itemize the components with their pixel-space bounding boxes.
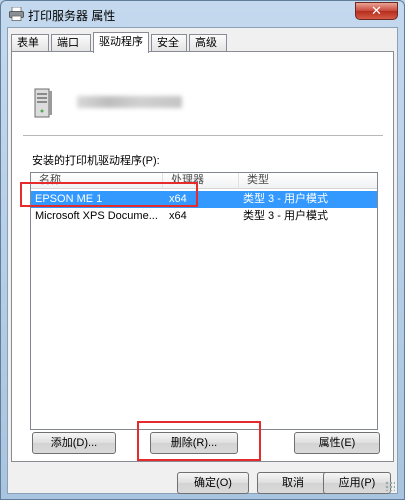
printer-icon: [9, 7, 24, 21]
dialog-client-area: 表单 端口 驱动程序 安全 高级 安装的打印机驱动程序(P): 名称 处理器 类…: [7, 27, 398, 494]
driver-type: 类型 3 - 用户模式: [243, 210, 328, 222]
apply-button[interactable]: 应用(P): [323, 472, 391, 494]
list-header: 名称 处理器 类型: [31, 173, 377, 189]
resize-grip[interactable]: [385, 481, 395, 491]
cancel-button[interactable]: 取消: [257, 472, 329, 494]
tab-drivers[interactable]: 驱动程序: [93, 32, 149, 53]
close-button[interactable]: ✕: [355, 2, 398, 20]
drivers-tab-panel: 安装的打印机驱动程序(P): 名称 处理器 类型 EPSON ME 1 x64 …: [11, 51, 394, 462]
driver-name: Microsoft XPS Docume...: [35, 210, 158, 222]
add-driver-button[interactable]: 添加(D)...: [32, 432, 116, 454]
remove-driver-button[interactable]: 删除(R)...: [150, 432, 238, 454]
driver-processor: x64: [169, 210, 187, 222]
tab-security[interactable]: 安全: [151, 34, 187, 52]
driver-processor: x64: [169, 193, 187, 205]
driver-row-xps[interactable]: Microsoft XPS Docume... x64 类型 3 - 用户模式: [31, 208, 377, 225]
server-icon: [34, 88, 52, 118]
title-bar[interactable]: 打印服务器 属性 ✕: [1, 1, 404, 27]
drivers-list[interactable]: 名称 处理器 类型 EPSON ME 1 x64 类型 3 - 用户模式 Mic…: [30, 172, 378, 430]
column-name-header[interactable]: 名称: [31, 173, 163, 189]
column-processor-header[interactable]: 处理器: [163, 173, 239, 189]
driver-properties-button[interactable]: 属性(E): [294, 432, 380, 454]
close-icon: ✕: [371, 3, 382, 18]
driver-type: 类型 3 - 用户模式: [243, 193, 328, 205]
driver-row-epson[interactable]: EPSON ME 1 x64 类型 3 - 用户模式: [31, 191, 377, 208]
divider: [23, 135, 383, 136]
installed-drivers-label: 安装的打印机驱动程序(P):: [32, 155, 160, 167]
tab-forms[interactable]: 表单: [11, 34, 49, 52]
print-server-properties-window: 打印服务器 属性 ✕ 表单 端口 驱动程序 安全 高级 安装的打印机驱动程序(P…: [0, 0, 405, 500]
server-name-redacted: [77, 96, 182, 108]
tab-ports[interactable]: 端口: [51, 34, 91, 52]
driver-name: EPSON ME 1: [35, 193, 103, 205]
window-title: 打印服务器 属性: [28, 9, 116, 23]
tab-advanced[interactable]: 高级: [189, 34, 227, 52]
ok-button[interactable]: 确定(O): [177, 472, 249, 494]
column-type-header[interactable]: 类型: [239, 173, 377, 189]
